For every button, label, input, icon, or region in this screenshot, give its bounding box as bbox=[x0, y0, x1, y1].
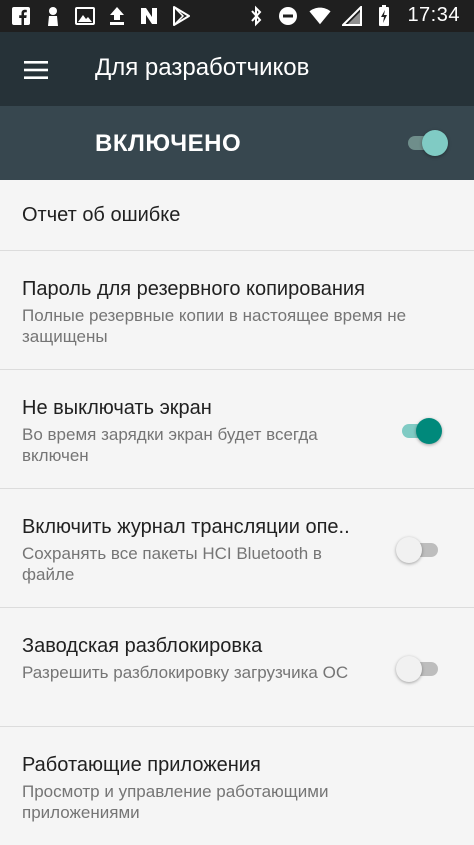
setting-title: Отчет об ошибке bbox=[22, 204, 181, 226]
signal-icon bbox=[341, 5, 363, 27]
stay-awake-switch[interactable] bbox=[396, 418, 442, 444]
status-bar: 17:34 bbox=[0, 0, 474, 32]
image-icon bbox=[74, 5, 96, 27]
person-icon bbox=[42, 5, 64, 27]
bluetooth-hci-log-switch[interactable] bbox=[396, 537, 442, 563]
menu-button[interactable] bbox=[16, 50, 56, 90]
setting-stay-awake[interactable]: Не выключать экран Во время зарядки экра… bbox=[0, 370, 474, 489]
setting-oem-unlock[interactable]: Заводская разблокировка Разрешить разбло… bbox=[0, 608, 474, 727]
setting-subtitle: Просмотр и управление работающими прилож… bbox=[22, 782, 329, 822]
settings-list: Отчет об ошибке Пароль для резервного ко… bbox=[0, 180, 474, 845]
app-toolbar: Для разработчиков bbox=[0, 32, 474, 106]
do-not-disturb-icon bbox=[277, 5, 299, 27]
setting-backup-password[interactable]: Пароль для резервного копирования Полные… bbox=[0, 251, 474, 370]
hamburger-icon bbox=[24, 61, 48, 79]
master-switch[interactable] bbox=[402, 130, 448, 156]
clock-time: 17:34 bbox=[407, 4, 460, 26]
setting-title: Включить журнал трансляции опе.. bbox=[22, 516, 350, 538]
setting-bluetooth-hci-log[interactable]: Включить журнал трансляции опе.. Сохраня… bbox=[0, 489, 474, 608]
bluetooth-icon bbox=[245, 5, 267, 27]
upload-icon bbox=[106, 5, 128, 27]
battery-icon bbox=[373, 4, 395, 27]
setting-subtitle: Во время зарядки экран будет всегда вклю… bbox=[22, 425, 318, 465]
master-toggle-label: ВКЛЮЧЕНО bbox=[95, 130, 242, 157]
setting-title: Работающие приложения bbox=[22, 754, 261, 776]
setting-title: Не выключать экран bbox=[22, 397, 212, 419]
oem-unlock-switch[interactable] bbox=[396, 656, 442, 682]
setting-title: Пароль для резервного копирования bbox=[22, 278, 365, 300]
setting-bug-report[interactable]: Отчет об ошибке bbox=[0, 180, 474, 251]
facebook-icon bbox=[10, 5, 32, 27]
setting-running-services[interactable]: Работающие приложения Просмотр и управле… bbox=[0, 727, 474, 845]
master-toggle-bar[interactable]: ВКЛЮЧЕНО bbox=[0, 106, 474, 180]
play-store-icon bbox=[170, 5, 192, 27]
setting-title: Заводская разблокировка bbox=[22, 635, 263, 657]
n-icon bbox=[138, 5, 160, 27]
page-title: Для разработчиков bbox=[95, 54, 310, 81]
setting-subtitle: Полные резервные копии в настоящее время… bbox=[22, 306, 407, 346]
wifi-icon bbox=[309, 5, 331, 27]
setting-subtitle: Сохранять все пакеты HCI Bluetooth в фай… bbox=[22, 544, 322, 584]
setting-subtitle: Разрешить разблокировку загрузчика ОС bbox=[22, 663, 349, 682]
